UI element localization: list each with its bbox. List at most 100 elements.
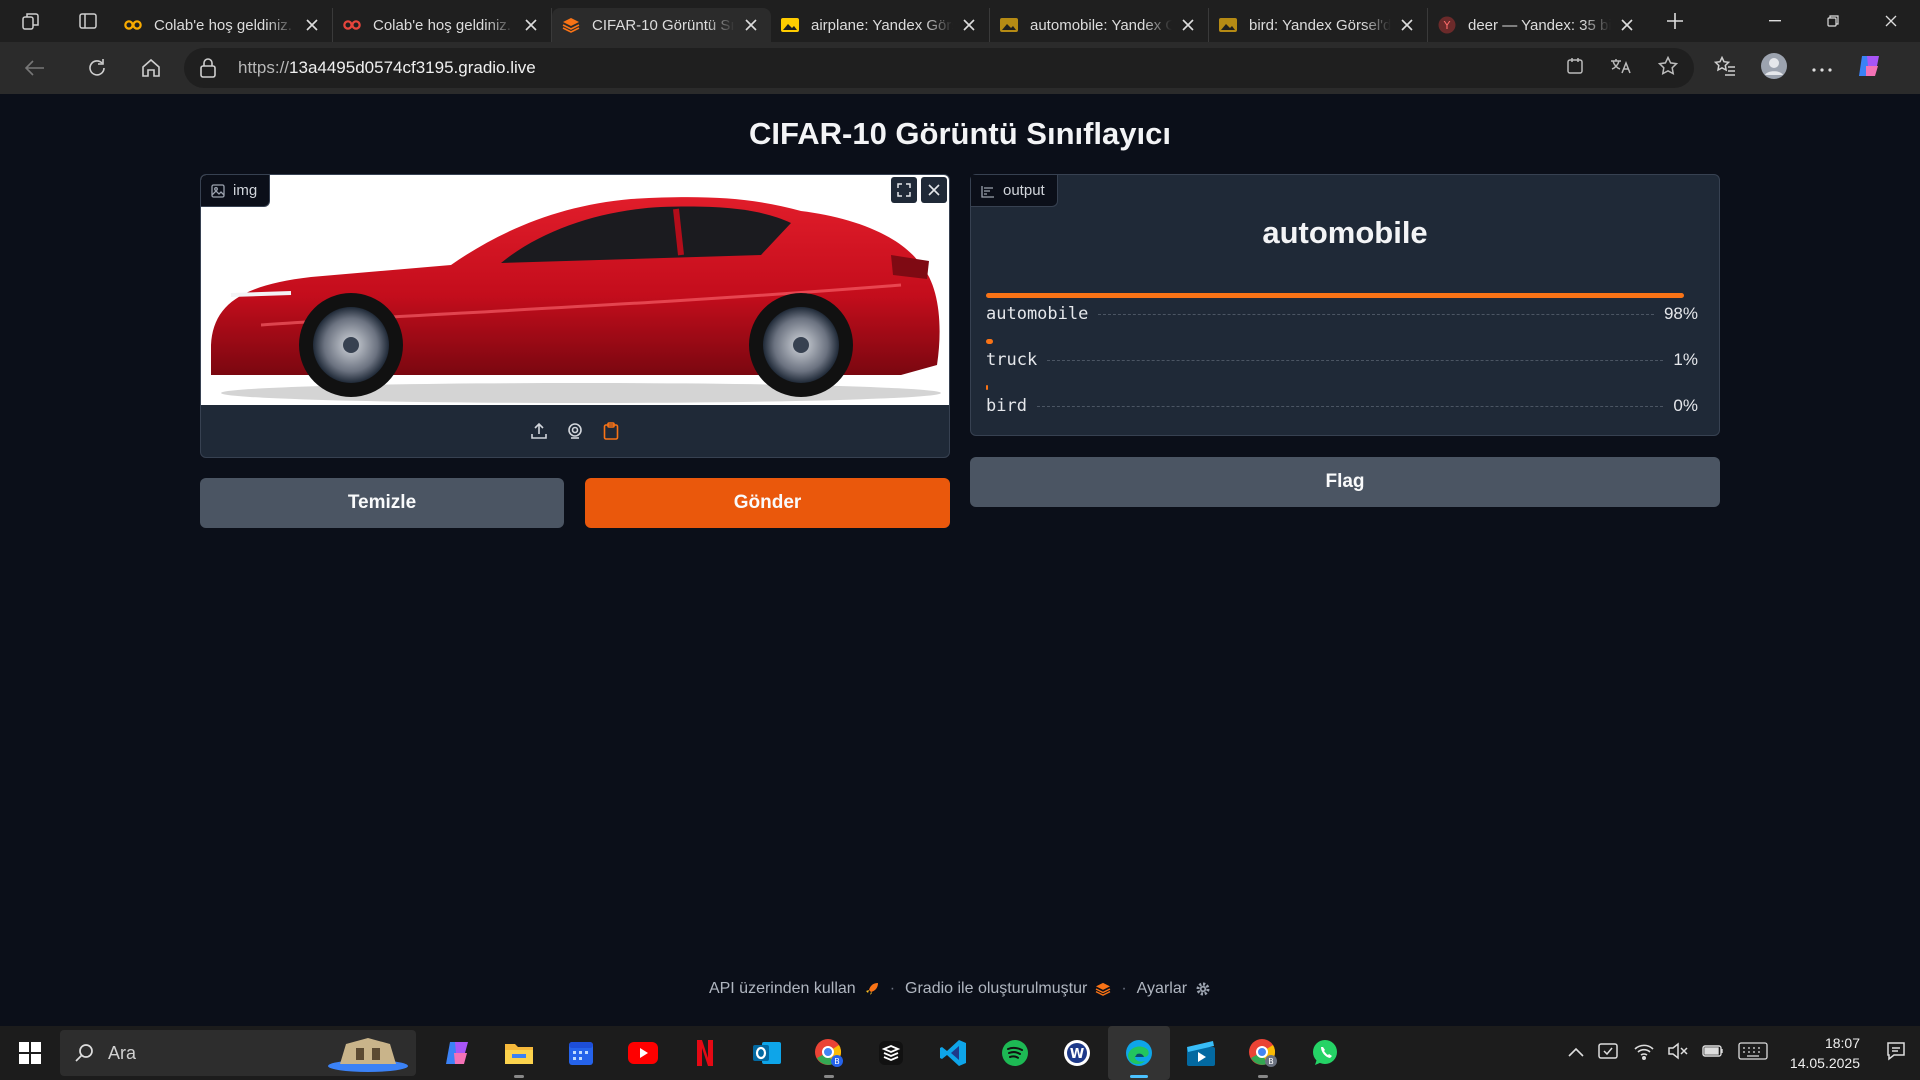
upload-icon[interactable] [527,419,551,443]
vscode-icon[interactable] [922,1026,984,1080]
new-tab-button[interactable] [1651,0,1699,42]
favorite-star-icon[interactable] [1657,55,1679,81]
browser-tab[interactable]: automobile: Yandex Görsel'de [990,8,1209,42]
refresh-icon[interactable] [70,42,124,94]
submit-button[interactable]: Gönder [585,478,950,528]
copilot-icon[interactable] [426,1026,488,1080]
vertical-tabs-icon[interactable] [62,0,114,42]
minimize-button[interactable] [1746,0,1804,42]
workspaces-icon[interactable] [0,0,62,42]
tab-title: bird: Yandex Görsel'de [1249,16,1391,34]
capcut-icon[interactable] [860,1026,922,1080]
label-output-panel: output automobile automobile 98% truck 1… [970,174,1720,436]
fullscreen-icon[interactable] [891,177,917,203]
profile-avatar-icon[interactable] [1760,52,1788,85]
webcam-icon[interactable] [563,419,587,443]
gradio-link[interactable]: Gradio ile oluşturulmuştur [905,980,1111,998]
yandex-images-icon [781,16,799,34]
keyboard-icon[interactable] [1738,1041,1768,1065]
split-screen-icon[interactable] [1566,57,1584,80]
outlook-icon[interactable] [736,1026,798,1080]
movies-icon[interactable] [1170,1026,1232,1080]
label-icon [981,185,994,198]
file-explorer-icon[interactable] [488,1026,550,1080]
browser-tab[interactable]: Colab'e hoş geldiniz. - Colab [114,8,333,42]
api-link[interactable]: API üzerinden kullan [709,980,880,998]
browser-tab-active[interactable]: CIFAR-10 Görüntü Sınıflayıcı [552,8,771,42]
lock-icon[interactable] [200,58,220,78]
close-icon[interactable] [1617,15,1637,35]
edge-icon[interactable] [1108,1026,1170,1080]
close-icon[interactable] [302,15,322,35]
confidence-row[interactable]: truck 1% [986,339,1698,370]
close-icon[interactable] [1397,15,1417,35]
car-image [211,197,941,403]
chevron-up-icon[interactable] [1568,1044,1584,1062]
wifi-icon[interactable] [1634,1042,1654,1065]
close-icon[interactable] [521,15,541,35]
gradio-link-text: Gradio ile oluşturulmuştur [905,980,1088,997]
gradio-logo-icon [1096,982,1111,996]
colab-icon [343,16,361,34]
clock[interactable]: 18:07 14.05.2025 [1790,1033,1860,1073]
more-options-icon[interactable] [1812,59,1832,77]
separator: · [1121,980,1127,997]
confidence-percent: 98% [1663,304,1698,323]
browser-tab[interactable]: Colab'e hoş geldiniz. - Colab [333,8,552,42]
translate-icon[interactable] [1610,57,1632,80]
yandex-images-icon [1219,16,1237,34]
browser-tab[interactable]: bird: Yandex Görsel'de [1209,8,1428,42]
copilot-icon[interactable] [1856,53,1882,84]
start-button[interactable] [0,1026,60,1080]
windows-logo-icon [19,1042,41,1064]
confidence-class: bird [986,396,1027,416]
volume-muted-icon[interactable] [1668,1041,1688,1065]
chrome-icon[interactable]: B [1232,1026,1294,1080]
confidence-percent: 0% [1673,396,1698,415]
image-input-panel: img [200,174,950,458]
address-bar: https://13a4495d0574cf3195.gradio.live [0,42,1920,94]
browser-tab[interactable]: airplane: Yandex Görsel'de [771,8,990,42]
output-label: output [971,175,1058,207]
restore-button[interactable] [1804,0,1862,42]
gradio-icon [562,16,580,34]
close-icon[interactable] [741,15,761,35]
back-icon[interactable] [0,42,70,94]
confidence-bar [986,385,989,390]
clear-button[interactable]: Temizle [200,478,564,528]
confidence-row[interactable]: bird 0% [986,385,1698,416]
url-text: https://13a4495d0574cf3195.gradio.live [238,58,536,77]
input-label-text: img [233,182,258,199]
whatsapp-icon[interactable] [1294,1026,1356,1080]
search-highlight-image [328,1038,408,1072]
close-icon[interactable] [1178,15,1198,35]
clear-image-icon[interactable] [921,177,947,203]
spotify-icon[interactable] [984,1026,1046,1080]
battery-icon[interactable] [1702,1044,1724,1062]
chrome-profile-icon[interactable]: B [798,1026,860,1080]
home-icon[interactable] [124,42,178,94]
clipboard-icon[interactable] [599,419,623,443]
uploaded-image[interactable]: img [201,175,949,405]
youtube-icon[interactable] [612,1026,674,1080]
taskbar-search[interactable]: Ara [60,1030,416,1076]
favorites-icon[interactable] [1713,55,1736,81]
notifications-icon[interactable] [1886,1041,1906,1066]
confidence-percent: 1% [1673,350,1698,369]
close-window-button[interactable] [1862,0,1920,42]
api-link-text: API üzerinden kullan [708,980,856,997]
netflix-icon[interactable] [674,1026,736,1080]
input-label: img [201,175,271,207]
gear-icon [1196,982,1210,996]
image-icon [211,183,225,198]
security-icon[interactable] [1598,1041,1620,1066]
calendar-icon[interactable] [550,1026,612,1080]
url-field[interactable]: https://13a4495d0574cf3195.gradio.live [184,48,1694,88]
flag-button[interactable]: Flag [970,457,1720,507]
word-icon[interactable]: W [1046,1026,1108,1080]
settings-link-text: Ayarlar [1136,980,1188,997]
confidence-row[interactable]: automobile 98% [986,293,1698,324]
browser-tab[interactable]: Y deer — Yandex: 35 bin [1428,8,1647,42]
close-icon[interactable] [959,15,979,35]
settings-link[interactable]: Ayarlar [1137,980,1211,998]
